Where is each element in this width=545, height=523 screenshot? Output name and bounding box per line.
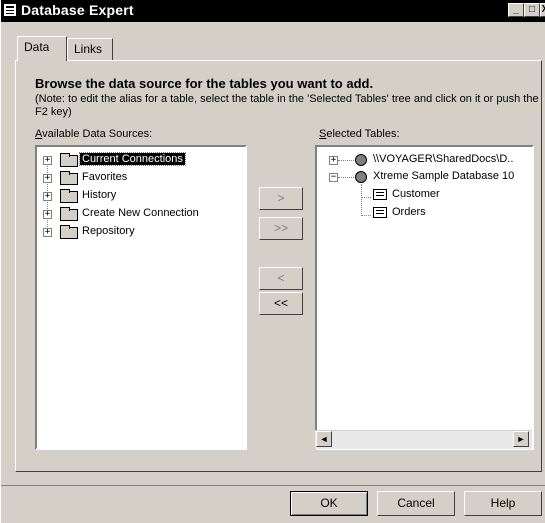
ok-button[interactable]: OK bbox=[290, 491, 368, 516]
tree-item-current-connections[interactable]: + Current Connections bbox=[37, 152, 237, 168]
tree-item-label: \\VOYAGER\SharedDocs\D.. bbox=[373, 153, 514, 165]
scroll-left-arrow-icon[interactable]: ◄ bbox=[316, 431, 332, 447]
close-button[interactable]: X bbox=[540, 3, 545, 17]
folder-icon bbox=[60, 225, 78, 239]
title-bar[interactable]: Database Expert _ □ X bbox=[1, 0, 545, 22]
tree-item-label: History bbox=[82, 189, 117, 201]
expand-icon[interactable]: + bbox=[43, 174, 52, 183]
available-sources-tree[interactable]: + Current Connections + Favorites + Hist… bbox=[35, 145, 247, 450]
add-table-button[interactable]: > bbox=[259, 187, 303, 210]
instruction-note: (Note: to edit the alias for a table, se… bbox=[35, 93, 539, 118]
tree-item-create-new-connection[interactable]: + Create New Connection bbox=[37, 206, 237, 222]
tree-item-label: Repository bbox=[82, 225, 135, 237]
folder-icon bbox=[60, 153, 78, 167]
horizontal-scrollbar[interactable]: ◄ ► bbox=[315, 430, 532, 449]
tree-item-label: Orders bbox=[392, 206, 426, 218]
table-icon bbox=[373, 207, 387, 218]
divider bbox=[1, 485, 545, 486]
selected-tables-tree[interactable]: + \\VOYAGER\SharedDocs\D.. − Xtreme Samp… bbox=[315, 145, 534, 450]
tree-item-label: Customer bbox=[392, 188, 440, 200]
expand-icon[interactable]: + bbox=[43, 228, 52, 237]
table-icon bbox=[373, 189, 387, 200]
remove-table-button[interactable]: < bbox=[259, 267, 303, 290]
database-icon bbox=[355, 154, 367, 166]
tree-item-label: Xtreme Sample Database 10 bbox=[373, 170, 515, 182]
app-icon bbox=[4, 4, 16, 16]
remove-all-tables-button[interactable]: << bbox=[259, 292, 303, 315]
expand-icon[interactable]: + bbox=[43, 192, 52, 201]
help-button[interactable]: Help bbox=[464, 491, 542, 516]
available-sources-label: Available Data Sources: bbox=[35, 128, 153, 140]
tree-item-repository[interactable]: + Repository bbox=[37, 224, 237, 240]
database-icon bbox=[355, 171, 367, 183]
instruction-heading: Browse the data source for the tables yo… bbox=[35, 76, 374, 91]
expand-icon[interactable]: + bbox=[43, 156, 52, 165]
tree-item-shared-docs[interactable]: + \\VOYAGER\SharedDocs\D.. bbox=[317, 152, 532, 168]
folder-icon bbox=[60, 189, 78, 203]
folder-icon bbox=[60, 207, 78, 221]
window-title: Database Expert bbox=[21, 2, 134, 18]
add-all-tables-button[interactable]: >> bbox=[259, 217, 303, 240]
tree-item-orders-table[interactable]: Orders bbox=[317, 205, 517, 221]
tree-item-label: Create New Connection bbox=[82, 207, 199, 219]
collapse-icon[interactable]: − bbox=[329, 173, 338, 182]
tree-item-label: Current Connections bbox=[79, 152, 186, 166]
tree-item-xtreme-sample-database[interactable]: − Xtreme Sample Database 10 bbox=[317, 169, 532, 185]
expand-icon[interactable]: + bbox=[43, 210, 52, 219]
tab-data[interactable]: Data bbox=[17, 36, 67, 61]
cancel-button[interactable]: Cancel bbox=[377, 491, 455, 516]
folder-icon bbox=[60, 171, 78, 185]
scroll-right-arrow-icon[interactable]: ► bbox=[513, 431, 529, 447]
tree-item-favorites[interactable]: + Favorites bbox=[37, 170, 237, 186]
expand-icon[interactable]: + bbox=[329, 156, 338, 165]
maximize-button[interactable]: □ bbox=[524, 3, 540, 17]
tree-item-history[interactable]: + History bbox=[37, 188, 237, 204]
tab-links[interactable]: Links bbox=[67, 38, 113, 60]
selected-tables-label: Selected Tables: bbox=[319, 128, 400, 140]
database-expert-window: Database Expert _ □ X Data Links Browse … bbox=[0, 0, 545, 523]
tree-item-label: Favorites bbox=[82, 171, 128, 183]
tree-item-customer-table[interactable]: Customer bbox=[317, 187, 517, 203]
minimize-button[interactable]: _ bbox=[508, 3, 524, 17]
